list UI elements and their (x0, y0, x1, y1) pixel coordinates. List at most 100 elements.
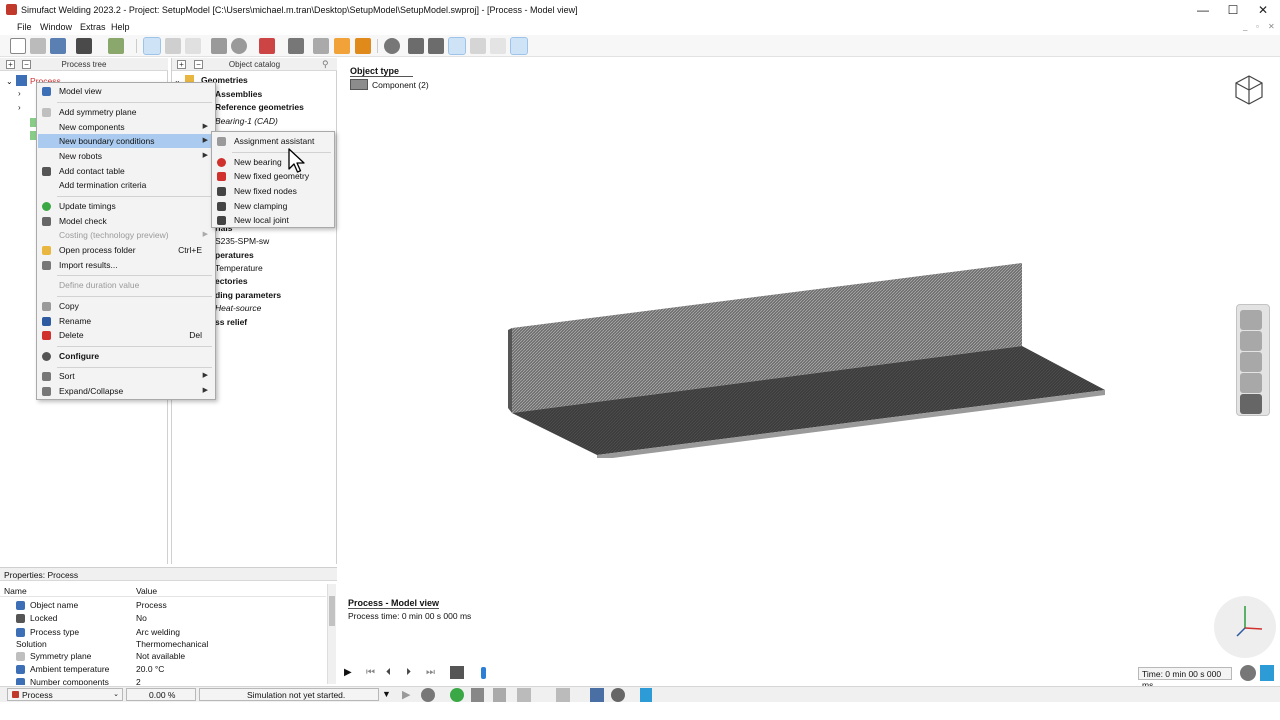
sketch-icon[interactable] (334, 38, 350, 54)
robot-icon[interactable] (259, 38, 275, 54)
fit-view-icon[interactable] (1240, 352, 1262, 372)
menu-item-new-boundary-conditions[interactable]: New boundary conditions ▶ (38, 134, 214, 148)
catalog-item[interactable]: S235-SPM-sw (215, 236, 269, 246)
close-button[interactable]: ✕ (1248, 2, 1278, 18)
menu-item-new-robots[interactable]: New robots ▶ (38, 149, 214, 163)
expand-all-icon[interactable]: + (6, 60, 15, 69)
wireframe-cube-icon[interactable] (470, 38, 486, 54)
mesh-cube-icon[interactable] (448, 37, 466, 55)
catalog-item[interactable]: Temperature (215, 263, 263, 273)
log-icon[interactable] (471, 688, 484, 702)
transparent-cube-icon[interactable] (490, 38, 506, 54)
timeline-slider[interactable] (481, 667, 486, 679)
start-simulation-icon[interactable]: ▶ (402, 688, 410, 701)
job-icon[interactable] (493, 688, 506, 702)
minimize-button[interactable]: — (1188, 2, 1218, 18)
menu-item-import-results[interactable]: Import results... (38, 258, 214, 272)
tree-expander-icon[interactable]: ⌄ (6, 77, 13, 86)
scrollbar-thumb[interactable] (329, 596, 335, 626)
refresh-icon[interactable] (450, 688, 464, 702)
tree-expander-icon[interactable]: › (18, 103, 21, 112)
menu-item-expand-collapse[interactable]: Expand/Collapse ▶ (38, 384, 214, 398)
rotate-view-icon[interactable] (1240, 373, 1262, 393)
catalog-item[interactable]: Bearing-1 (CAD) (215, 116, 278, 126)
submenu-item-new-local-joint[interactable]: New local joint (213, 213, 333, 227)
menu-item-copy[interactable]: Copy (38, 299, 214, 313)
solid-cube-icon[interactable] (408, 38, 424, 54)
light-icon[interactable] (510, 37, 528, 55)
menu-item-add-contact-table[interactable]: Add contact table (38, 164, 214, 178)
submenu-item-new-clamping[interactable]: New clamping (213, 199, 333, 213)
process-select[interactable]: Process ⌄ (7, 688, 123, 701)
submenu-item-assignment-assistant[interactable]: Assignment assistant (213, 134, 333, 148)
status-dropdown-icon[interactable]: ▼ (382, 689, 391, 699)
prev-frame-button[interactable]: ⏴ (386, 667, 391, 678)
property-row[interactable]: Locked No (0, 612, 326, 625)
batch-icon[interactable] (556, 688, 570, 702)
menu-item-model-check[interactable]: Model check (38, 214, 214, 228)
menu-window[interactable]: Window (40, 22, 72, 32)
menu-item-add-termination-criteria[interactable]: Add termination criteria (38, 178, 214, 192)
back-arrow-icon[interactable] (384, 38, 400, 54)
mdi-restore-button[interactable]: ▫ (1256, 22, 1259, 31)
catalog-item[interactable]: Heat-source (215, 303, 261, 313)
mdi-close-button[interactable]: ✕ (1268, 22, 1275, 31)
menu-item-new-components[interactable]: New components ▶ (38, 120, 214, 134)
chart-view-icon[interactable] (185, 38, 201, 54)
catalog-item[interactable]: Reference geometries (215, 102, 304, 112)
menu-help[interactable]: Help (111, 22, 130, 32)
maximize-button[interactable]: ☐ (1218, 2, 1248, 18)
play-button[interactable]: ▶ (344, 667, 352, 678)
view-orientation-icon[interactable] (1240, 331, 1262, 351)
catalog-item[interactable]: Assemblies (215, 89, 262, 99)
queue-icon[interactable] (517, 688, 531, 702)
model-viewport[interactable]: Object type Component (2) Process - Mode… (338, 58, 1280, 690)
mirror-icon[interactable] (288, 38, 304, 54)
menu-item-delete[interactable]: Delete Del (38, 328, 214, 342)
info-icon[interactable] (1260, 665, 1274, 681)
weld-component-model[interactable] (508, 258, 1108, 458)
first-frame-button[interactable]: ⏮ (366, 667, 375, 678)
settings-icon[interactable] (611, 688, 625, 702)
collapse-all-icon[interactable]: − (22, 60, 31, 69)
path-icon[interactable] (355, 38, 371, 54)
image-export-icon[interactable] (108, 38, 124, 54)
screenshot-icon[interactable] (76, 38, 92, 54)
monitor-icon[interactable] (590, 688, 604, 702)
property-row[interactable]: Symmetry plane Not available (0, 650, 326, 663)
mdi-minimize-button[interactable]: _ (1243, 22, 1247, 31)
export-icon[interactable] (640, 688, 652, 702)
shaded-cube-icon[interactable] (428, 38, 444, 54)
property-row[interactable]: Ambient temperature 20.0 °C (0, 663, 326, 676)
property-row[interactable]: Number components 2 (0, 676, 326, 685)
time-display-field[interactable]: Time: 0 min 00 s 000 ms (1138, 667, 1232, 690)
stop-simulation-icon[interactable] (421, 688, 435, 702)
menu-item-open-process-folder[interactable]: Open process folder Ctrl+E (38, 243, 214, 257)
catalog-item[interactable]: ss relief (215, 317, 247, 327)
check-icon[interactable] (211, 38, 227, 54)
tree-expander-icon[interactable]: › (18, 89, 21, 98)
open-icon[interactable] (30, 38, 46, 54)
collapse-all-icon[interactable]: − (194, 60, 203, 69)
model-view-toolbar-icon[interactable] (143, 37, 161, 55)
catalog-item[interactable]: ectories (215, 276, 248, 286)
submenu-item-new-fixed-nodes[interactable]: New fixed nodes (213, 184, 333, 198)
view-cube-icon[interactable] (1234, 74, 1264, 106)
menu-extras[interactable]: Extras (80, 22, 106, 32)
property-row[interactable]: Object name Process (0, 599, 326, 612)
measure-icon[interactable] (313, 38, 329, 54)
menu-item-update-timings[interactable]: Update timings (38, 199, 214, 213)
settings-gear-icon[interactable] (1240, 665, 1256, 681)
properties-scrollbar[interactable] (327, 584, 336, 684)
tools-icon[interactable] (1240, 394, 1262, 414)
pin-icon[interactable]: ⚲ (322, 59, 329, 70)
expand-all-icon[interactable]: + (177, 60, 186, 69)
new-file-icon[interactable] (10, 38, 26, 54)
catalog-item[interactable]: ding parameters (215, 290, 281, 300)
home-view-icon[interactable] (1240, 310, 1262, 330)
submenu-item-new-bearing[interactable]: New bearing (213, 155, 333, 169)
catalog-item[interactable]: peratures (215, 250, 254, 260)
menu-item-sort[interactable]: Sort ▶ (38, 369, 214, 383)
menu-item-add-symmetry-plane[interactable]: Add symmetry plane (38, 105, 214, 119)
save-icon[interactable] (50, 38, 66, 54)
